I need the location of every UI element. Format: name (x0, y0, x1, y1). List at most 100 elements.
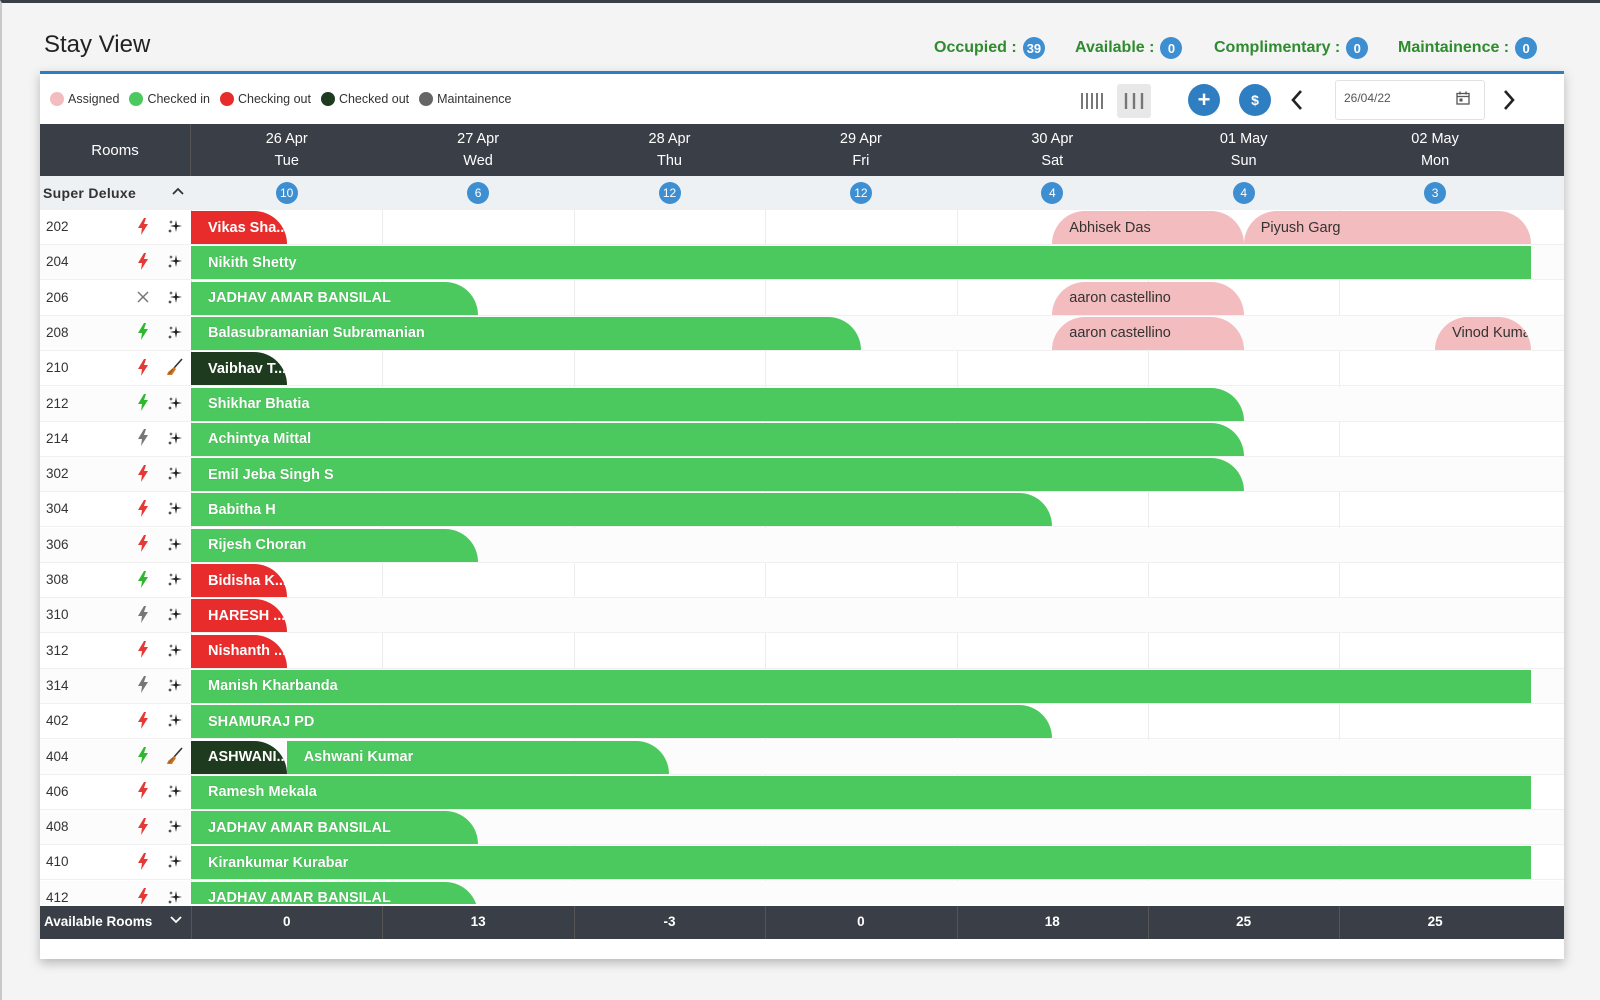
room-number[interactable]: 406 (46, 784, 69, 799)
booking-bar-out[interactable]: Nishanth ... (191, 634, 287, 668)
sparkle-clean-icon[interactable] (166, 676, 184, 694)
room-number[interactable]: 402 (46, 713, 69, 728)
day-count-badge[interactable]: 6 (467, 182, 490, 204)
room-number[interactable]: 312 (46, 643, 69, 658)
booking-bar-in[interactable]: JADHAV AMAR BANSILAL (191, 281, 479, 315)
date-picker[interactable] (1335, 80, 1485, 120)
sparkle-clean-icon[interactable] (166, 499, 184, 517)
next-week-button[interactable] (1496, 86, 1522, 114)
sparkle-clean-icon[interactable] (166, 605, 184, 623)
room-number[interactable]: 212 (46, 396, 69, 411)
booking-bar-in[interactable]: Balasubramanian Subramanian (191, 316, 861, 350)
lightning-red-icon[interactable] (136, 888, 150, 904)
lightning-red-icon[interactable] (136, 499, 150, 517)
room-number[interactable]: 202 (46, 219, 69, 234)
sparkle-clean-icon[interactable] (166, 252, 184, 270)
sparkle-clean-icon[interactable] (166, 288, 184, 306)
rate-button[interactable]: $ (1239, 84, 1271, 116)
lightning-red-icon[interactable] (136, 252, 150, 270)
lightning-red-icon[interactable] (136, 358, 150, 376)
calendar-icon[interactable] (1456, 91, 1470, 105)
sparkle-clean-icon[interactable] (166, 535, 184, 553)
lightning-red-icon[interactable] (136, 217, 150, 235)
booking-bar-in[interactable]: Nikith Shetty (191, 246, 1531, 280)
booking-bar-out[interactable]: Bidisha K... (191, 564, 287, 597)
lightning-red-icon[interactable] (136, 535, 150, 553)
sparkle-clean-icon[interactable] (166, 570, 184, 588)
booking-bar-in[interactable]: JADHAV AMAR BANSILAL (191, 881, 479, 904)
booking-bar-assigned[interactable]: aaron castellino (1052, 316, 1244, 350)
booking-bar-in[interactable]: Achintya Mittal (191, 422, 1244, 456)
sparkle-clean-icon[interactable] (166, 888, 184, 904)
booking-bar-in[interactable]: Kirankumar Kurabar (191, 846, 1531, 880)
lightning-grey-icon[interactable] (136, 605, 150, 623)
booking-bar-in[interactable]: Ramesh Mekala (191, 775, 1531, 809)
sparkle-clean-icon[interactable] (166, 429, 184, 447)
close-x-icon[interactable] (136, 288, 150, 306)
sparkle-clean-icon[interactable] (166, 641, 184, 659)
room-number[interactable]: 404 (46, 749, 69, 764)
lightning-red-icon[interactable] (136, 711, 150, 729)
booking-bar-out[interactable]: Vikas Sha... (191, 211, 287, 244)
room-number[interactable]: 304 (46, 501, 69, 516)
room-number[interactable]: 412 (46, 890, 69, 904)
lightning-red-icon[interactable] (136, 641, 150, 659)
room-number[interactable]: 302 (46, 466, 69, 481)
lightning-grey-icon[interactable] (136, 676, 150, 694)
sparkle-clean-icon[interactable] (166, 464, 184, 482)
room-number[interactable]: 206 (46, 290, 69, 305)
room-number[interactable]: 214 (46, 431, 69, 446)
booking-bar-done[interactable]: ASHWANI... (191, 740, 287, 774)
dense-view-button[interactable] (1076, 84, 1110, 118)
lightning-red-icon[interactable] (136, 852, 150, 870)
date-input[interactable] (1344, 91, 1444, 105)
sparkle-clean-icon[interactable] (166, 817, 184, 835)
sparkle-clean-icon[interactable] (166, 852, 184, 870)
booking-bar-in[interactable]: Babitha H (191, 493, 1053, 527)
add-booking-button[interactable]: + (1188, 84, 1220, 116)
lightning-red-icon[interactable] (136, 817, 150, 835)
room-number[interactable]: 310 (46, 607, 69, 622)
day-count-badge[interactable]: 4 (1232, 182, 1255, 204)
lightning-green-icon[interactable] (136, 747, 150, 765)
day-count-badge[interactable]: 12 (658, 182, 681, 204)
booking-bar-in[interactable]: Emil Jeba Singh S (191, 458, 1244, 492)
booking-bar-in[interactable]: Manish Kharbanda (191, 669, 1531, 703)
room-number[interactable]: 308 (46, 572, 69, 587)
lightning-red-icon[interactable] (136, 464, 150, 482)
booking-bar-in[interactable]: Rijesh Choran (191, 528, 479, 562)
room-number[interactable]: 210 (46, 360, 69, 375)
category-row[interactable]: Super Deluxe 10 6 12 12 4 4 3 (40, 176, 1564, 210)
sparkle-clean-icon[interactable] (166, 217, 184, 235)
booking-bar-in[interactable]: JADHAV AMAR BANSILAL (191, 811, 479, 845)
booking-bar-done[interactable]: Vaibhav T... (191, 352, 287, 386)
chevron-up-icon[interactable] (172, 186, 184, 196)
room-number[interactable]: 208 (46, 325, 69, 340)
sparkle-clean-icon[interactable] (166, 711, 184, 729)
room-number[interactable]: 410 (46, 854, 69, 869)
booking-bar-in[interactable]: Ashwani Kumar (286, 740, 670, 774)
broom-icon[interactable] (166, 358, 184, 376)
wide-view-button[interactable] (1117, 84, 1151, 118)
booking-bar-assigned[interactable]: Piyush Garg (1243, 211, 1531, 244)
booking-bar-in[interactable]: SHAMURAJ PD (191, 705, 1053, 739)
lightning-red-icon[interactable] (136, 782, 150, 800)
day-count-badge[interactable]: 4 (1041, 182, 1064, 204)
broom-icon[interactable] (166, 746, 184, 765)
sparkle-clean-icon[interactable] (166, 394, 184, 412)
room-number[interactable]: 408 (46, 819, 69, 834)
booking-bar-assigned[interactable]: Vinod Kuma (1435, 316, 1531, 350)
lightning-green-icon[interactable] (136, 570, 150, 588)
lightning-green-icon[interactable] (136, 394, 150, 412)
booking-bar-out[interactable]: HARESH ... (191, 599, 287, 633)
day-count-badge[interactable]: 3 (1424, 182, 1447, 204)
sparkle-clean-icon[interactable] (166, 323, 184, 341)
room-number[interactable]: 306 (46, 537, 69, 552)
day-count-badge[interactable]: 10 (275, 182, 298, 204)
booking-bar-assigned[interactable]: Abhisek Das (1052, 211, 1244, 244)
lightning-green-icon[interactable] (136, 323, 150, 341)
prev-week-button[interactable] (1284, 86, 1310, 114)
lightning-grey-icon[interactable] (136, 429, 150, 447)
room-number[interactable]: 314 (46, 678, 69, 693)
booking-bar-in[interactable]: Shikhar Bhatia (191, 387, 1244, 421)
